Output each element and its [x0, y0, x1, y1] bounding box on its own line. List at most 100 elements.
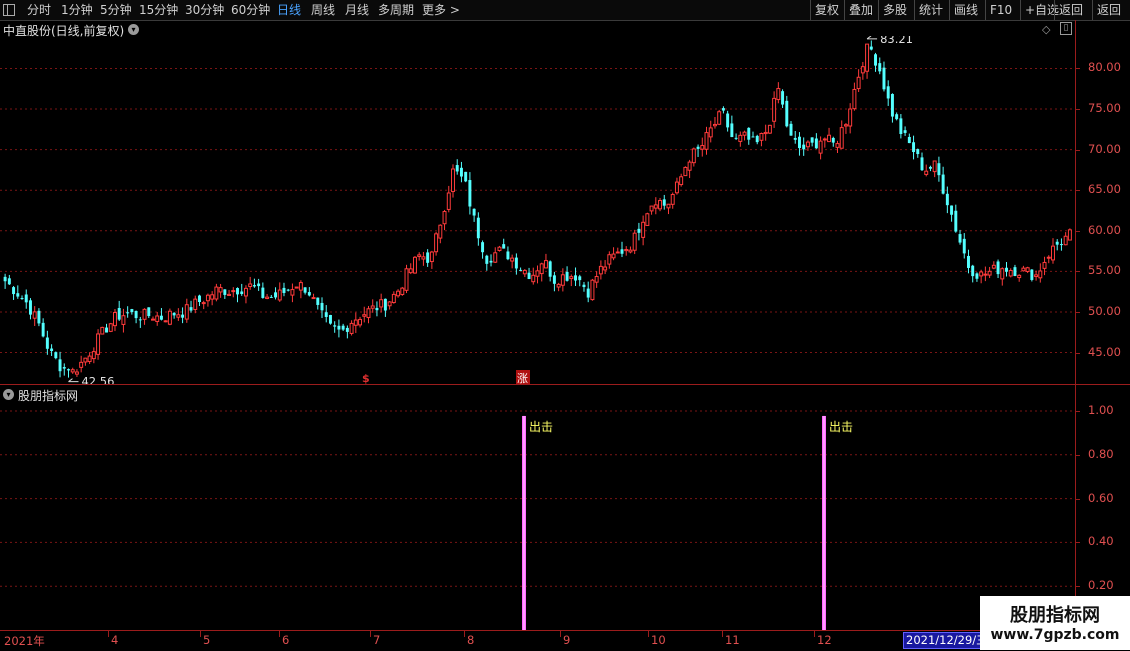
- candle: [975, 272, 979, 282]
- candle: [1042, 256, 1047, 276]
- candle: [666, 203, 671, 215]
- date-tick: [200, 631, 201, 637]
- draw-line-button[interactable]: 画线: [949, 0, 982, 20]
- tab-5min[interactable]: 5分钟: [100, 2, 132, 18]
- statistics-button[interactable]: 统计: [914, 0, 947, 20]
- candle: [658, 197, 663, 212]
- candle: [442, 209, 447, 231]
- candle: [641, 215, 646, 246]
- candle: [574, 267, 578, 287]
- tab-intraday[interactable]: 分时: [27, 2, 51, 18]
- tab-15min[interactable]: 15分钟: [139, 2, 178, 18]
- tab-daily[interactable]: 日线: [277, 2, 301, 18]
- date-label: 12: [817, 633, 832, 647]
- candle: [502, 238, 506, 249]
- candle: [751, 131, 755, 138]
- tab-weekly[interactable]: 周线: [311, 2, 335, 18]
- candle: [282, 282, 286, 297]
- candle: [455, 159, 459, 175]
- chevron-down-icon[interactable]: ▾: [3, 389, 14, 400]
- candle: [1063, 232, 1068, 246]
- candle: [481, 240, 485, 259]
- candle: [105, 323, 108, 333]
- candle: [3, 273, 7, 289]
- candle: [747, 127, 751, 145]
- candle: [298, 280, 303, 299]
- candle: [903, 126, 907, 136]
- candle: [50, 344, 54, 356]
- candle: [320, 297, 324, 319]
- candle: [865, 43, 870, 79]
- candle: [400, 286, 405, 296]
- candle: [20, 295, 24, 300]
- adjust-button[interactable]: 复权: [810, 0, 843, 20]
- indicator-tick-label: 1.00: [1088, 402, 1114, 417]
- candle: [87, 352, 92, 365]
- watermark-logo: 股朋指标网 www.7gpzb.com: [980, 596, 1130, 650]
- tab-30min[interactable]: 30分钟: [185, 2, 224, 18]
- candle: [16, 285, 20, 299]
- candle: [670, 192, 675, 209]
- candle: [134, 310, 138, 324]
- candle: [822, 137, 827, 148]
- candle: [937, 156, 941, 182]
- candle: [62, 363, 66, 376]
- candle: [24, 289, 28, 309]
- window-icon[interactable]: [3, 4, 15, 16]
- candle: [987, 266, 992, 279]
- candle: [691, 147, 696, 167]
- candle: [916, 148, 920, 158]
- price-tick-label: 45.00: [1088, 344, 1121, 359]
- candle: [79, 355, 84, 373]
- candle: [781, 89, 785, 109]
- tab-more[interactable]: 更多 >: [422, 2, 460, 18]
- candle: [763, 124, 768, 141]
- candle: [181, 307, 185, 324]
- candle: [1013, 264, 1017, 277]
- back-button[interactable]: 返回: [1092, 0, 1125, 20]
- tab-1min[interactable]: 1分钟: [61, 2, 93, 18]
- f10-button[interactable]: F10: [985, 0, 1016, 20]
- add-favorite-button[interactable]: 返回: [1054, 0, 1087, 20]
- candle: [890, 93, 894, 123]
- candle: [848, 103, 853, 134]
- candle: [248, 276, 253, 290]
- date-tick: [370, 631, 371, 637]
- candle: [738, 131, 743, 147]
- candle: [366, 305, 371, 324]
- candle: [184, 298, 189, 323]
- candle: [193, 295, 198, 314]
- tab-monthly[interactable]: 月线: [345, 2, 369, 18]
- candle: [375, 301, 379, 317]
- candle: [700, 137, 705, 157]
- multi-stock-button[interactable]: 多股: [878, 0, 911, 20]
- candle: [1067, 228, 1072, 241]
- date-label: 7: [373, 633, 381, 647]
- candle: [721, 106, 725, 114]
- candle: [649, 205, 654, 215]
- overlay-button[interactable]: 叠加: [844, 0, 877, 20]
- diamond-icon[interactable]: ◇: [1042, 23, 1050, 36]
- candle: [802, 137, 806, 156]
- candle: [337, 319, 341, 338]
- pane-separator: [0, 384, 1130, 385]
- candle: [70, 367, 75, 374]
- candle: [548, 260, 552, 282]
- candle: [1038, 263, 1043, 283]
- tab-60min[interactable]: 60分钟: [231, 2, 270, 18]
- candle: [662, 194, 666, 210]
- candle: [147, 307, 151, 319]
- panel-toggle-icon[interactable]: ▯: [1060, 22, 1072, 35]
- candle: [620, 241, 624, 258]
- chevron-down-icon[interactable]: ▾: [128, 24, 139, 35]
- candle: [797, 132, 801, 156]
- candle: [83, 357, 88, 366]
- candle: [155, 311, 160, 326]
- candle: [818, 136, 823, 160]
- candle: [734, 133, 738, 141]
- tab-multi-period[interactable]: 多周期: [378, 2, 414, 18]
- price-tick-label: 50.00: [1088, 303, 1121, 318]
- candle: [954, 204, 958, 233]
- candle: [358, 316, 363, 328]
- candle: [261, 282, 265, 299]
